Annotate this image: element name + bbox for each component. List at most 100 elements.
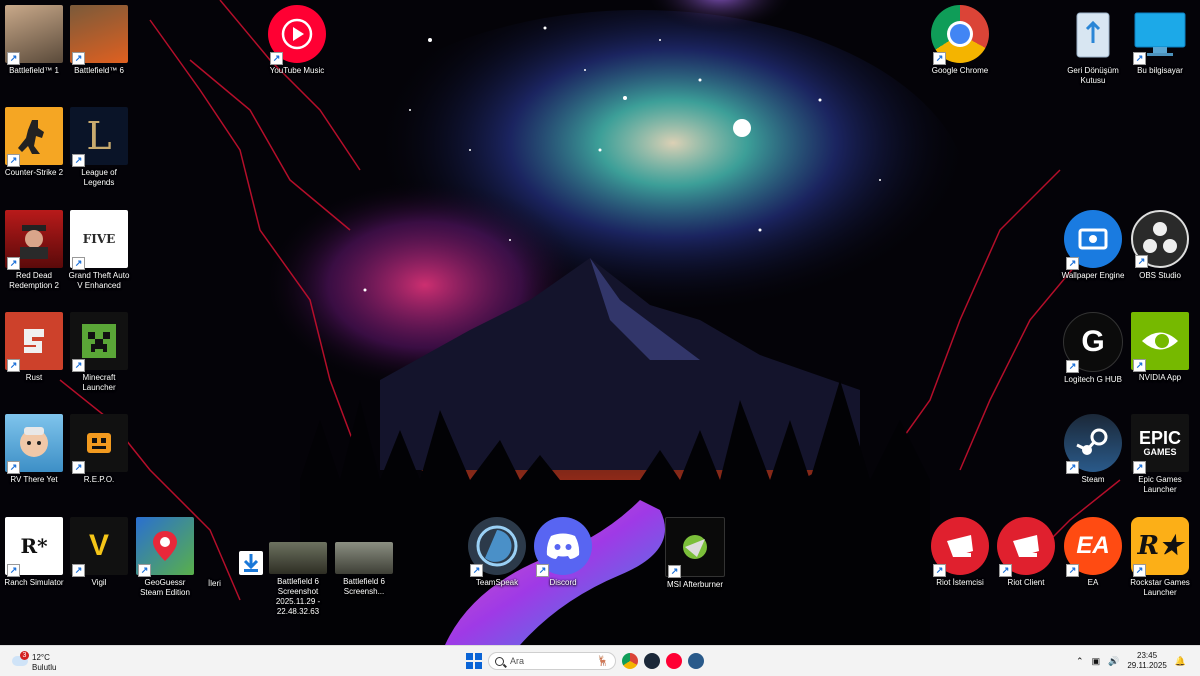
start-button[interactable] bbox=[466, 653, 482, 669]
teamspeak-icon: ↗ bbox=[468, 517, 526, 577]
icon-label: OBS Studio bbox=[1139, 271, 1181, 280]
ea-icon: EA ↗ bbox=[1064, 517, 1122, 577]
map-pin-icon bbox=[153, 531, 177, 561]
shortcut-arrow-icon: ↗ bbox=[72, 564, 85, 577]
logitech-g-hub-icon: G ↗ bbox=[1063, 312, 1123, 373]
desktop-icon-wallpaper-engine[interactable]: ↗ Wallpaper Engine bbox=[1060, 210, 1126, 281]
shortcut-arrow-icon: ↗ bbox=[999, 564, 1012, 577]
icon-label: Google Chrome bbox=[931, 66, 989, 75]
taskbar-clock[interactable]: 23:45 29.11.2025 bbox=[1127, 651, 1166, 671]
search-highlight-deer-icon: 🦌 bbox=[596, 655, 609, 667]
desktop-icon-discord[interactable]: ↗ Discord bbox=[530, 517, 596, 588]
desktop-icon-red-dead-redemption-2[interactable]: ↗ Red Dead Redemption 2 bbox=[1, 210, 67, 291]
icon-label: Logitech G HUB bbox=[1064, 375, 1122, 384]
cowboy-icon bbox=[20, 225, 48, 259]
discord-logo-icon bbox=[546, 533, 580, 559]
desktop-icon-youtube-music[interactable]: ↗ YouTube Music bbox=[264, 5, 330, 76]
icon-label: NVIDIA App bbox=[1138, 373, 1182, 382]
soldier-silhouette-icon bbox=[18, 120, 44, 154]
shortcut-arrow-icon: ↗ bbox=[470, 564, 483, 577]
network-icon[interactable]: ▣ bbox=[1092, 656, 1101, 667]
icon-label: R.E.P.O. bbox=[83, 475, 115, 484]
desktop-icon-recycle-bin[interactable]: Geri Dönüşüm Kutusu bbox=[1060, 5, 1126, 86]
desktop-icon-obs-studio[interactable]: ↗ OBS Studio bbox=[1127, 210, 1193, 281]
taskbar-steam-2-icon[interactable] bbox=[688, 653, 704, 669]
epic-games-wordmark: GAMES bbox=[1143, 447, 1177, 457]
icon-label: Battlefield 6 Screenshot 2025.11.29 - 22… bbox=[275, 577, 321, 616]
desktop-icon-steam[interactable]: ↗ Steam bbox=[1060, 414, 1126, 485]
taskbar-search[interactable]: Ara 🦌 bbox=[488, 652, 616, 670]
shortcut-arrow-icon: ↗ bbox=[72, 257, 85, 270]
shortcut-arrow-icon: ↗ bbox=[72, 154, 85, 167]
icon-label: Riot Client bbox=[1007, 578, 1045, 587]
desktop-file-bf6-screenshot-1[interactable]: Battlefield 6 Screenshot 2025.11.29 - 22… bbox=[265, 542, 331, 617]
icon-label: EA bbox=[1087, 578, 1099, 587]
desktop-icon-riot-client[interactable]: ↗ Riot Client bbox=[993, 517, 1059, 588]
geoguessr-icon: ↗ bbox=[136, 517, 194, 577]
desktop-icon-minecraft-launcher[interactable]: ↗ Minecraft Launcher bbox=[66, 312, 132, 393]
riot-istemcisi-icon: ↗ bbox=[931, 517, 989, 577]
icon-label: Grand Theft Auto V Enhanced bbox=[68, 271, 130, 290]
icon-label: MSI Afterburner bbox=[666, 580, 724, 589]
desktop-icon-epic-games[interactable]: EPIC GAMES ↗ Epic Games Launcher bbox=[1127, 414, 1193, 495]
desktop-icon-ranch-simulator[interactable]: R* ↗ Ranch Simulator bbox=[1, 517, 67, 588]
afterburner-logo-icon bbox=[683, 535, 707, 559]
desktop-icon-msi-afterburner[interactable]: ↗ MSI Afterburner bbox=[662, 517, 728, 590]
taskbar-chrome-icon[interactable] bbox=[622, 653, 638, 669]
epic-games-icon: EPIC GAMES ↗ bbox=[1131, 414, 1189, 474]
shortcut-arrow-icon: ↗ bbox=[1066, 461, 1079, 474]
shortcut-arrow-icon: ↗ bbox=[7, 52, 20, 65]
rockstar-logo-icon: R★ bbox=[1137, 531, 1183, 561]
weather-widget[interactable]: 3 12°C Bulutlu bbox=[10, 650, 80, 674]
rv-there-yet-icon: ↗ bbox=[5, 414, 63, 474]
notification-badge: 3 bbox=[20, 651, 29, 660]
desktop-icon-battlefield-1[interactable]: ↗ Battlefield™ 1 bbox=[1, 5, 67, 76]
desktop-icon-logitech-g-hub[interactable]: G ↗ Logitech G HUB bbox=[1060, 312, 1126, 385]
desktop-icon-league-of-legends[interactable]: L ↗ League of Legends bbox=[66, 107, 132, 188]
desktop-icon-vigil[interactable]: V ↗ Vigil bbox=[66, 517, 132, 588]
shortcut-arrow-icon: ↗ bbox=[72, 461, 85, 474]
desktop-icon-counter-strike-2[interactable]: ↗ Counter-Strike 2 bbox=[1, 107, 67, 178]
shortcut-arrow-icon: ↗ bbox=[72, 359, 85, 372]
volume-icon[interactable]: 🔊 bbox=[1108, 656, 1119, 667]
notification-bell-icon[interactable]: 🔔 bbox=[1175, 656, 1186, 667]
icon-label: YouTube Music bbox=[269, 66, 325, 75]
icon-label: Bu bilgisayar bbox=[1137, 66, 1183, 75]
search-icon bbox=[495, 656, 504, 666]
clock-time: 23:45 bbox=[1137, 651, 1158, 660]
desktop-icon-ea[interactable]: EA ↗ EA bbox=[1060, 517, 1126, 588]
search-placeholder: Ara bbox=[510, 656, 525, 666]
desktop-icon-teamspeak[interactable]: ↗ TeamSpeak bbox=[464, 517, 530, 588]
google-chrome-icon: ↗ bbox=[931, 5, 989, 65]
steam-icon: ↗ bbox=[1064, 414, 1122, 474]
counter-strike-2-icon: ↗ bbox=[5, 107, 63, 167]
clock-date: 29.11.2025 bbox=[1127, 661, 1167, 670]
desktop-icon-rust[interactable]: ↗ Rust bbox=[1, 312, 67, 383]
desktop-icon-rockstar-games-launcher[interactable]: R★ ↗ Rockstar Games Launcher bbox=[1127, 517, 1193, 598]
icon-label: Battlefield™ 6 bbox=[74, 66, 124, 75]
desktop-icon-geoguessr[interactable]: ↗ GeoGuessr Steam Edition bbox=[132, 517, 198, 598]
desktop-icon-battlefield-6[interactable]: ↗ Battlefield™ 6 bbox=[66, 5, 132, 76]
desktop-icon-repo[interactable]: ↗ R.E.P.O. bbox=[66, 414, 132, 485]
desktop-icon-rv-there-yet[interactable]: ↗ RV There Yet bbox=[1, 414, 67, 485]
desktop-icon-google-chrome[interactable]: ↗ Google Chrome bbox=[927, 5, 993, 76]
steam-logo-icon bbox=[1076, 428, 1108, 455]
icon-label: Battlefield 6 Screensh... bbox=[343, 577, 385, 596]
icon-label: RV There Yet bbox=[10, 475, 58, 484]
chevron-up-icon[interactable]: ⌃ bbox=[1076, 656, 1084, 667]
desktop-icon-gta-v-enhanced[interactable]: FIVE ↗ Grand Theft Auto V Enhanced bbox=[66, 210, 132, 291]
taskbar-steam-icon[interactable] bbox=[644, 653, 660, 669]
play-circle-icon bbox=[281, 18, 313, 50]
taskbar-youtube-music-icon[interactable] bbox=[666, 653, 682, 669]
riot-fist-icon bbox=[947, 535, 973, 557]
character-face-icon bbox=[20, 427, 48, 457]
icon-label: Rockstar Games Launcher bbox=[1130, 578, 1190, 597]
desktop-icon-riot-istemcisi[interactable]: ↗ Riot İstemcisi bbox=[927, 517, 993, 588]
icon-label: Epic Games Launcher bbox=[1138, 475, 1182, 494]
desktop-file-bf6-screenshot-2[interactable]: Battlefield 6 Screensh... bbox=[331, 542, 397, 597]
desktop-icon-nvidia-app[interactable]: ↗ NVIDIA App bbox=[1127, 312, 1193, 383]
teamspeak-logo-icon bbox=[476, 525, 518, 567]
desktop-icon-this-pc[interactable]: ↗ Bu bilgisayar bbox=[1127, 5, 1193, 76]
this-pc-icon: ↗ bbox=[1131, 5, 1189, 65]
shortcut-arrow-icon: ↗ bbox=[1133, 359, 1146, 372]
